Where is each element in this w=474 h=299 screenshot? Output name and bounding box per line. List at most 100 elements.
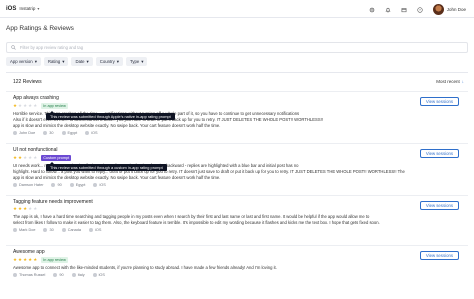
view-sessions-button[interactable]: View sessions: [419, 251, 459, 260]
flag-icon: [61, 227, 66, 232]
platform-logo: iOS: [6, 5, 17, 12]
meta-id: 90: [51, 183, 62, 187]
chevron-down-icon: ▾: [116, 58, 119, 64]
star-icon: ★: [18, 206, 23, 211]
sort-label: Most recent: [436, 79, 460, 84]
meta-id-value: 90: [59, 273, 64, 277]
meta-id-value: 30: [49, 227, 54, 232]
divider: [6, 72, 468, 73]
tooltip-custom-prompt: This review was submitted through a cust…: [46, 162, 167, 171]
apple-icon: [92, 273, 97, 277]
page-title: App Ratings & Reviews: [6, 25, 74, 32]
user-icon: [13, 183, 17, 187]
meta-os: iOS: [89, 227, 101, 232]
bell-icon[interactable]: [385, 6, 392, 13]
star-icon: ★: [13, 102, 18, 108]
meta-os-value: iOS: [99, 183, 106, 187]
meta-id: 30: [43, 131, 54, 135]
filter-type[interactable]: Type ▾: [125, 57, 148, 66]
star-rating: ★ ★ ★ ★ ★: [13, 206, 461, 212]
view-sessions-button[interactable]: View sessions: [419, 201, 459, 210]
meta-country-value: Canada: [67, 227, 82, 232]
sort-dropdown[interactable]: Most recent ↓: [436, 79, 464, 84]
review-meta: Damson Hater 90 Egypt iOS: [13, 183, 461, 187]
folder-icon[interactable]: [401, 6, 408, 13]
review-body: Awesome app to connect with the like-min…: [13, 265, 413, 271]
app-switcher[interactable]: Instatrip: [19, 6, 35, 11]
meta-id-value: 30: [49, 131, 54, 135]
search-placeholder: Filter by app review rating and tag: [20, 45, 84, 50]
help-icon[interactable]: ?: [417, 6, 424, 13]
hash-icon: [43, 131, 48, 135]
star-icon: ★: [33, 256, 38, 262]
user-icon: [13, 227, 17, 232]
star-icon: ★: [33, 154, 38, 160]
review-body-line: Awesome app to connect with the like-min…: [13, 265, 277, 270]
meta-country-value: Italy: [77, 273, 85, 277]
chevron-down-icon: ▾: [86, 58, 89, 64]
meta-user: Thomas Russel: [13, 273, 45, 277]
top-bar-actions: ? John Doe: [369, 4, 466, 15]
star-icon: ★: [28, 206, 33, 211]
filter-label: Rating: [47, 59, 61, 64]
search-input[interactable]: Filter by app review rating and tag: [6, 42, 468, 53]
view-sessions-button[interactable]: View sessions: [419, 97, 459, 106]
star-icon: ★: [18, 102, 23, 108]
star-icon: ★: [33, 102, 38, 108]
chevron-down-icon[interactable]: ▾: [37, 6, 39, 11]
filter-rating[interactable]: Rating ▾: [43, 57, 69, 66]
star-icon: ★: [13, 206, 18, 211]
star-rating: ★ ★ ★ ★ ★ Custom prompt: [13, 155, 461, 161]
meta-country-value: Egypt: [67, 131, 78, 135]
view-sessions-button[interactable]: View sessions: [419, 149, 459, 158]
filter-label: Date: [75, 59, 85, 64]
filter-bar: App version ▾ Rating ▾ Date ▾ Country ▾ Type…: [6, 56, 468, 67]
meta-country-value: Egypt: [75, 183, 86, 187]
review-title: Awesome app: [13, 249, 45, 255]
star-icon: ★: [23, 206, 28, 211]
meta-id-value: 90: [57, 183, 62, 187]
filter-label: App version: [10, 59, 33, 64]
filter-date[interactable]: Date ▾: [71, 57, 93, 66]
top-bar: iOS Instatrip ▾ ? John Doe: [0, 0, 474, 18]
star-icon: ★: [23, 154, 28, 160]
meta-user: Mark Doe: [13, 227, 36, 232]
chevron-down-icon: ▾: [34, 58, 37, 64]
star-icon: ★: [33, 206, 38, 211]
review-type-badge[interactable]: In app review: [41, 257, 68, 263]
meta-user: Damson Hater: [13, 183, 43, 187]
meta-id: 90: [53, 273, 64, 277]
sort-arrow-icon: ↓: [461, 79, 464, 84]
meta-os: iOS: [92, 273, 105, 277]
star-icon: ★: [28, 102, 33, 108]
search-icon: [11, 45, 16, 50]
meta-country: Egypt: [69, 183, 86, 187]
meta-user-name: Thomas Russel: [19, 273, 46, 277]
review-type-badge[interactable]: In app review: [41, 103, 68, 109]
filter-country[interactable]: Country ▾: [95, 57, 123, 66]
filter-app-version[interactable]: App version ▾: [6, 57, 41, 66]
user-name[interactable]: John Doe: [447, 7, 466, 12]
avatar[interactable]: [432, 4, 444, 15]
flag-icon: [61, 131, 66, 135]
meta-user-name: Mark Doe: [19, 227, 36, 232]
review-body-line: select from likes I follow to make it ea…: [13, 219, 380, 225]
flag-icon: [71, 273, 76, 277]
hash-icon: [43, 227, 48, 232]
tooltip-native-prompt: This review was submitted through Apple'…: [46, 111, 175, 120]
apple-icon: [89, 227, 94, 232]
user-icon: [13, 273, 17, 277]
meta-os: iOS: [85, 131, 98, 135]
meta-user-name: Damson Hater: [19, 183, 44, 187]
meta-os-value: iOS: [98, 273, 105, 277]
star-icon: ★: [28, 256, 33, 262]
review-type-badge[interactable]: Custom prompt: [41, 155, 72, 161]
meta-country: Italy: [71, 273, 85, 277]
reviews-count: 122 Reviews: [13, 79, 42, 85]
chevron-down-icon: ▾: [62, 58, 65, 64]
hash-icon: [53, 273, 58, 277]
gear-icon[interactable]: [369, 6, 376, 13]
review-body-line: The app is ok, I have a hard time search…: [13, 213, 370, 219]
review-meta: Mark Doe 30 Canada iOS: [13, 227, 461, 232]
svg-text:?: ?: [419, 8, 421, 12]
